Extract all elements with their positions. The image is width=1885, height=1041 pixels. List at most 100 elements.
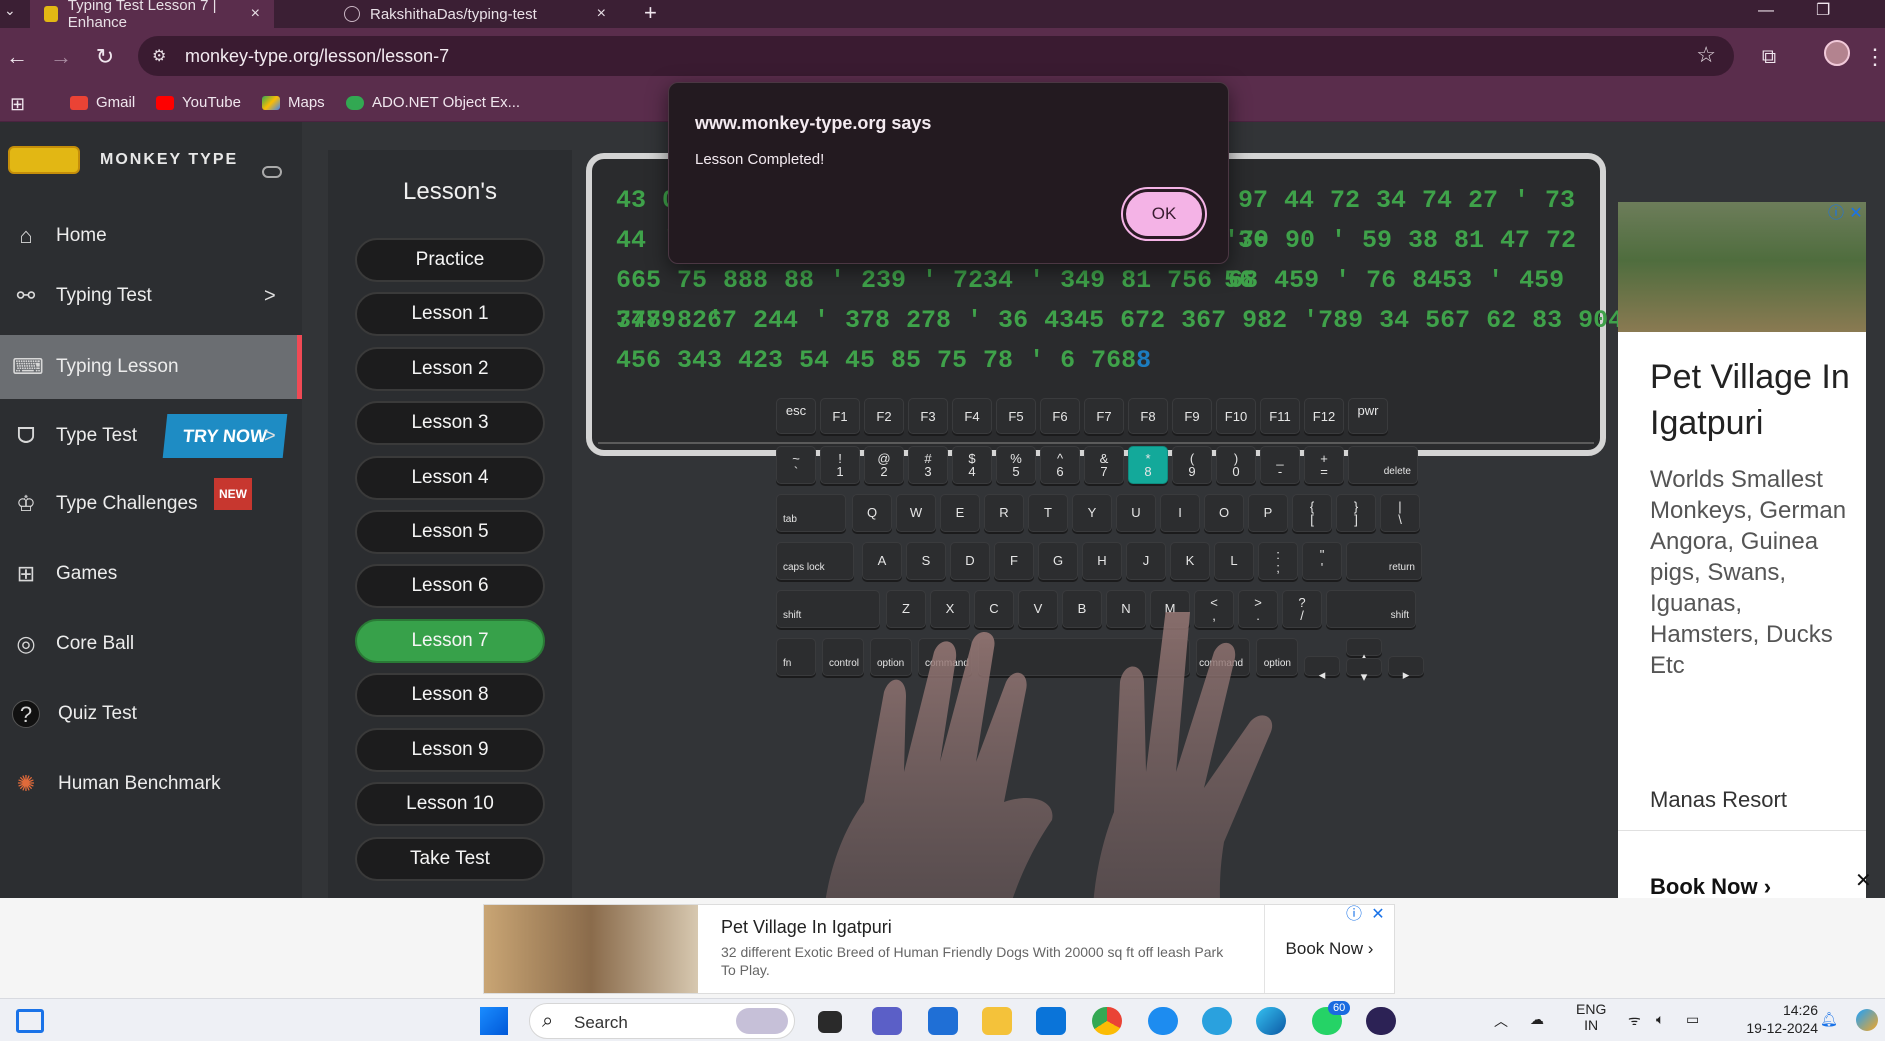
profile-avatar[interactable] <box>1824 40 1850 66</box>
ad-book-now-button[interactable]: Book Now › <box>1650 874 1771 900</box>
key-punct-1[interactable]: " ' <box>1302 542 1342 580</box>
key-y[interactable]: Y <box>1072 494 1112 532</box>
key-o[interactable]: O <box>1204 494 1244 532</box>
tab-typing-test-lesson[interactable]: Typing Test Lesson 7 | Enhance × <box>30 0 274 31</box>
theme-toggle-icon[interactable] <box>262 166 282 178</box>
address-bar[interactable]: ⚙ monkey-type.org/lesson/lesson-7 ☆ <box>138 36 1734 76</box>
right-advertisement[interactable]: ⓘ ✕ Pet Village In Igatpuri Worlds Small… <box>1618 202 1866 900</box>
key-esc[interactable]: esc <box>776 398 816 434</box>
key-f12[interactable]: F12 <box>1304 398 1344 434</box>
key-w[interactable]: W <box>896 494 936 532</box>
key-1[interactable]: ! 1 <box>820 446 860 484</box>
close-icon[interactable]: × <box>251 5 260 23</box>
key-punct-0[interactable]: :; <box>1258 542 1298 580</box>
key-3[interactable]: #3 <box>908 446 948 484</box>
key-`[interactable]: ~ ` <box>776 446 816 484</box>
key-f9[interactable]: F9 <box>1172 398 1212 434</box>
ad-info-icon[interactable]: ⓘ <box>1344 905 1364 925</box>
edge-icon[interactable] <box>1256 1007 1286 1035</box>
key-caps-lock[interactable]: caps lock <box>776 542 854 580</box>
url-text[interactable]: monkey-type.org/lesson/lesson-7 <box>185 46 449 67</box>
key-bracket-1[interactable]: }] <box>1336 494 1376 532</box>
bookmark-gmail[interactable]: Gmail <box>70 94 135 111</box>
sidebar-item-human-benchmark[interactable]: ✺ Human Benchmark <box>0 752 302 816</box>
sidebar-item-games[interactable]: ⊞ Games <box>0 542 302 606</box>
key-=[interactable]: + = <box>1304 446 1344 484</box>
widgets-icon[interactable] <box>16 1009 44 1033</box>
key-f2[interactable]: F2 <box>864 398 904 434</box>
minimize-button[interactable]: — <box>1758 2 1774 20</box>
lesson-button-4[interactable]: Lesson 4 <box>355 456 545 500</box>
key-r[interactable]: R <box>984 494 1024 532</box>
tab-search-button[interactable]: ⌄ <box>4 2 24 24</box>
back-icon[interactable]: ← <box>2 42 32 72</box>
sidebar-item-core-ball[interactable]: ◎ Core Ball <box>0 612 302 676</box>
key-4[interactable]: $4 <box>952 446 992 484</box>
apps-grid-icon[interactable]: ⊞ <box>10 94 25 115</box>
close-icon[interactable]: ✕ <box>1855 868 1877 892</box>
key-pwr[interactable]: pwr <box>1348 398 1388 434</box>
sidebar-item-typing-lesson[interactable]: ⌨ Typing Lesson <box>0 335 302 399</box>
key-arrow-right[interactable]: ▸ <box>1388 656 1424 682</box>
bookmark-youtube[interactable]: YouTube <box>156 94 241 111</box>
key-f[interactable]: F <box>994 542 1034 580</box>
key-u[interactable]: U <box>1116 494 1156 532</box>
key-f5[interactable]: F5 <box>996 398 1036 434</box>
key-d[interactable]: D <box>950 542 990 580</box>
telegram-icon[interactable] <box>1202 1007 1232 1035</box>
file-explorer-icon[interactable] <box>982 1007 1012 1035</box>
sidebar-item-typing-test[interactable]: ⚯ Typing Test > <box>0 264 302 328</box>
lesson-button-5[interactable]: Lesson 5 <box>355 510 545 554</box>
close-icon[interactable]: × <box>597 5 606 23</box>
key-k[interactable]: K <box>1170 542 1210 580</box>
sidebar-item-type-challenges[interactable]: ♔ Type Challenges NEW <box>0 472 302 536</box>
sidebar-item-quiz-test[interactable]: ? Quiz Test <box>0 682 302 746</box>
key-f1[interactable]: F1 <box>820 398 860 434</box>
key--[interactable]: _ - <box>1260 446 1300 484</box>
key-0[interactable]: ) 0 <box>1216 446 1256 484</box>
bottom-advertisement[interactable]: Pet Village In Igatpuri 32 different Exo… <box>483 904 1395 994</box>
battery-icon[interactable]: ▭ <box>1686 1011 1699 1028</box>
key-tab[interactable]: tab <box>776 494 846 532</box>
key-l[interactable]: L <box>1214 542 1254 580</box>
lesson-button-practice[interactable]: Practice <box>355 238 545 282</box>
logo[interactable]: MONKEY TYPE <box>8 146 238 174</box>
lesson-button-8[interactable]: Lesson 8 <box>355 673 545 717</box>
task-view-icon[interactable] <box>818 1011 842 1033</box>
key-2[interactable]: @2 <box>864 446 904 484</box>
key-return[interactable]: return <box>1346 542 1422 580</box>
key-p[interactable]: P <box>1248 494 1288 532</box>
bookmark-star-icon[interactable]: ☆ <box>1696 42 1716 68</box>
key-7[interactable]: & 7 <box>1084 446 1124 484</box>
key-f7[interactable]: F7 <box>1084 398 1124 434</box>
lesson-button-6[interactable]: Lesson 6 <box>355 564 545 608</box>
teams-icon[interactable] <box>872 1007 902 1035</box>
ok-button[interactable]: OK <box>1121 187 1207 241</box>
key-h[interactable]: H <box>1082 542 1122 580</box>
key-bracket-2[interactable]: | \ <box>1380 494 1420 532</box>
new-tab-button[interactable]: + <box>644 0 657 26</box>
help-icon[interactable] <box>1148 1007 1178 1035</box>
lesson-button-3[interactable]: Lesson 3 <box>355 401 545 445</box>
key-f6[interactable]: F6 <box>1040 398 1080 434</box>
chevron-up-icon[interactable]: ︿ <box>1494 1011 1508 1031</box>
forward-icon[interactable]: → <box>46 42 76 72</box>
sidebar-item-home[interactable]: ⌂ Home <box>0 204 302 268</box>
key-j[interactable]: J <box>1126 542 1166 580</box>
chrome-icon[interactable] <box>1092 1007 1122 1035</box>
bookmark-adonet[interactable]: ADO.NET Object Ex... <box>346 94 520 111</box>
sidebar-item-type-test[interactable]: ᗜ Type Test TRY NOW > <box>0 404 302 468</box>
key-f10[interactable]: F10 <box>1216 398 1256 434</box>
lesson-button-2[interactable]: Lesson 2 <box>355 347 545 391</box>
key-8[interactable]: * 8 <box>1128 446 1168 484</box>
lesson-button-7[interactable]: Lesson 7 <box>355 619 545 663</box>
windows-start-icon[interactable] <box>480 1007 508 1035</box>
reload-icon[interactable]: ↻ <box>90 42 120 72</box>
lesson-button-9[interactable]: Lesson 9 <box>355 728 545 772</box>
key-i[interactable]: I <box>1160 494 1200 532</box>
notification-bell-icon[interactable]: 🔔︎ <box>1820 1011 1838 1028</box>
lang-indicator[interactable]: ENG IN <box>1576 1001 1606 1033</box>
store-icon[interactable] <box>928 1007 958 1035</box>
lesson-button-10[interactable]: Lesson 10 <box>355 782 545 826</box>
ad-close-icon[interactable]: ✕ <box>1846 204 1866 224</box>
